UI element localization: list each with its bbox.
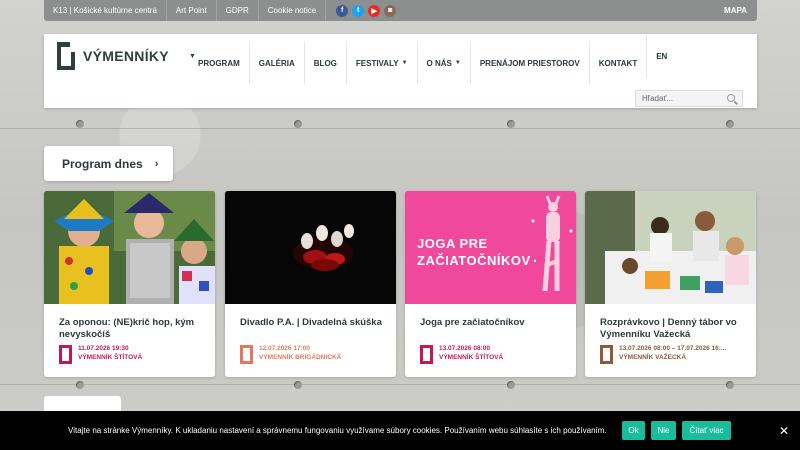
wall-bolt	[294, 120, 302, 128]
facebook-icon[interactable]: f	[336, 4, 349, 17]
event-card[interactable]: JOGA PRE ZAČIATOČNÍKOV Joga pre začiatoč…	[405, 191, 576, 377]
event-card[interactable]: Rozprávkovo | Denný tábor vo Výmenníku V…	[585, 191, 756, 377]
event-title[interactable]: Za oponou: (NE)krič hop, kým nevyskočíš	[59, 317, 205, 341]
logo-mark-icon	[57, 42, 75, 70]
cookie-decline-button[interactable]: Nie	[651, 421, 676, 440]
event-venue: VÝMENNÍK BRIGÁDNICKÁ	[259, 354, 342, 361]
instagram-icon[interactable]: ◙	[384, 4, 397, 17]
nav-item-program[interactable]: PROGRAM	[189, 42, 249, 84]
event-card[interactable]: Za oponou: (NE)krič hop, kým nevyskočíš …	[44, 191, 215, 377]
topbar-link-art-point[interactable]: Art Point	[167, 0, 217, 21]
event-card[interactable]: Divadlo P.A. | Divadelná skúška 12.07.20…	[225, 191, 396, 377]
event-meta: 11.07.2026 19:30 VÝMENNÍK ŠTÍTOVÁ	[59, 344, 142, 364]
nav-label: GALÉRIA	[258, 58, 295, 68]
chevron-right-icon: ›	[154, 157, 159, 170]
event-date: 13.07.2026 08:00	[439, 345, 490, 352]
chevron-down-icon: ▼	[401, 60, 408, 66]
nav-label: FESTIVALY	[355, 58, 399, 68]
event-title[interactable]: Joga pre začiatočníkov	[420, 317, 566, 329]
venue-icon	[600, 345, 613, 364]
main-nav: PROGRAM GALÉRIA BLOG FESTIVALY ▼ O NÁS ▼ P…	[189, 35, 676, 84]
wall-bolt	[76, 381, 84, 389]
nav-label: O NÁS	[426, 58, 452, 68]
nav-item-galeria[interactable]: GALÉRIA	[248, 42, 304, 84]
wall-bolt	[294, 381, 302, 389]
nav-label: PRENÁJOM PRIESTOROV	[479, 58, 580, 68]
event-title[interactable]: Divadlo P.A. | Divadelná skúška	[240, 317, 386, 329]
social-links: f t ▶ ◙	[326, 4, 406, 17]
cookie-consent-bar: Vitajte na stránke Výmenníky. K ukladani…	[0, 411, 800, 450]
nav-item-festivaly[interactable]: FESTIVALY ▼	[345, 42, 417, 84]
venue-icon	[420, 345, 433, 364]
event-meta: 13.07.2026 08:00 VÝMENNÍK ŠTÍTOVÁ	[420, 344, 503, 364]
wall-bolt	[507, 120, 515, 128]
event-date: 11.07.2026 19:30	[78, 345, 129, 352]
wall-bolt	[726, 120, 734, 128]
logo-text: VÝMENNÍKY	[83, 48, 169, 64]
search-icon[interactable]	[727, 94, 735, 102]
event-image: JOGA PRE ZAČIATOČNÍKOV	[405, 191, 576, 304]
search-input[interactable]: Hľadať...	[635, 90, 743, 107]
wall-bolt	[726, 381, 734, 389]
youtube-icon[interactable]: ▶	[368, 4, 381, 17]
cookie-read-more-button[interactable]: Čítať viac	[682, 421, 731, 440]
wall-seam	[0, 384, 800, 385]
wall-seam	[0, 128, 800, 129]
event-venue: VÝMENNÍK ŠTÍTOVÁ	[439, 354, 504, 361]
event-venue: VÝMENNÍK VAŽECKÁ	[619, 354, 687, 361]
nav-label: KONTAKT	[598, 58, 638, 68]
site-logo[interactable]: VÝMENNÍKY ▼	[57, 42, 196, 70]
event-venue: VÝMENNÍK ŠTÍTOVÁ	[78, 354, 143, 361]
twitter-icon[interactable]: t	[352, 4, 365, 17]
site-header: VÝMENNÍKY ▼ PROGRAM GALÉRIA BLOG FESTIVA…	[44, 34, 757, 108]
wall-bolt	[507, 381, 515, 389]
event-date: 13.07.2026 08:00 – 17.07.2026 16:...	[619, 345, 727, 352]
event-title[interactable]: Rozprávkovo | Denný tábor vo Výmenníku V…	[600, 317, 746, 341]
nav-item-language-en[interactable]: EN	[646, 35, 676, 77]
topbar-link-k13[interactable]: K13 | Košické kultúrne centrá	[44, 0, 167, 21]
top-bar: K13 | Košické kultúrne centrá Art Point …	[44, 0, 757, 21]
wall-bolt	[76, 120, 84, 128]
map-link[interactable]: MAPA	[724, 6, 757, 15]
event-date: 12.07.2026 17:00	[259, 345, 310, 352]
nav-item-blog[interactable]: BLOG	[303, 42, 346, 84]
topbar-link-cookie-notice[interactable]: Cookie notice	[259, 0, 327, 21]
search-placeholder: Hľadať...	[642, 94, 674, 103]
chevron-down-icon: ▼	[454, 60, 461, 66]
cookie-message: Vitajte na stránke Výmenníky. K ukladani…	[68, 426, 607, 435]
nav-label: PROGRAM	[198, 58, 240, 68]
nav-item-o-nas[interactable]: O NÁS ▼	[416, 42, 470, 84]
program-today-label: Program dnes	[62, 156, 143, 171]
event-meta: 12.07.2026 17:00 VÝMENNÍK BRIGÁDNICKÁ	[240, 344, 341, 364]
nav-label: EN	[656, 51, 668, 61]
event-meta: 13.07.2026 08:00 – 17.07.2026 16:... VÝM…	[600, 344, 726, 364]
event-image	[585, 191, 756, 304]
close-icon[interactable]: ✕	[779, 424, 789, 438]
topbar-link-gdpr[interactable]: GDPR	[217, 0, 259, 21]
nav-item-prenajom[interactable]: PRENÁJOM PRIESTOROV	[469, 42, 589, 84]
event-image	[44, 191, 215, 304]
image-caption: JOGA PRE ZAČIATOČNÍKOV	[417, 236, 531, 268]
nav-item-kontakt[interactable]: KONTAKT	[588, 42, 647, 84]
cookie-accept-button[interactable]: Ok	[622, 421, 645, 440]
event-image	[225, 191, 396, 304]
nav-label: BLOG	[313, 58, 337, 68]
venue-icon	[240, 345, 253, 364]
venue-icon	[59, 345, 72, 364]
program-today-button[interactable]: Program dnes ›	[44, 146, 173, 181]
